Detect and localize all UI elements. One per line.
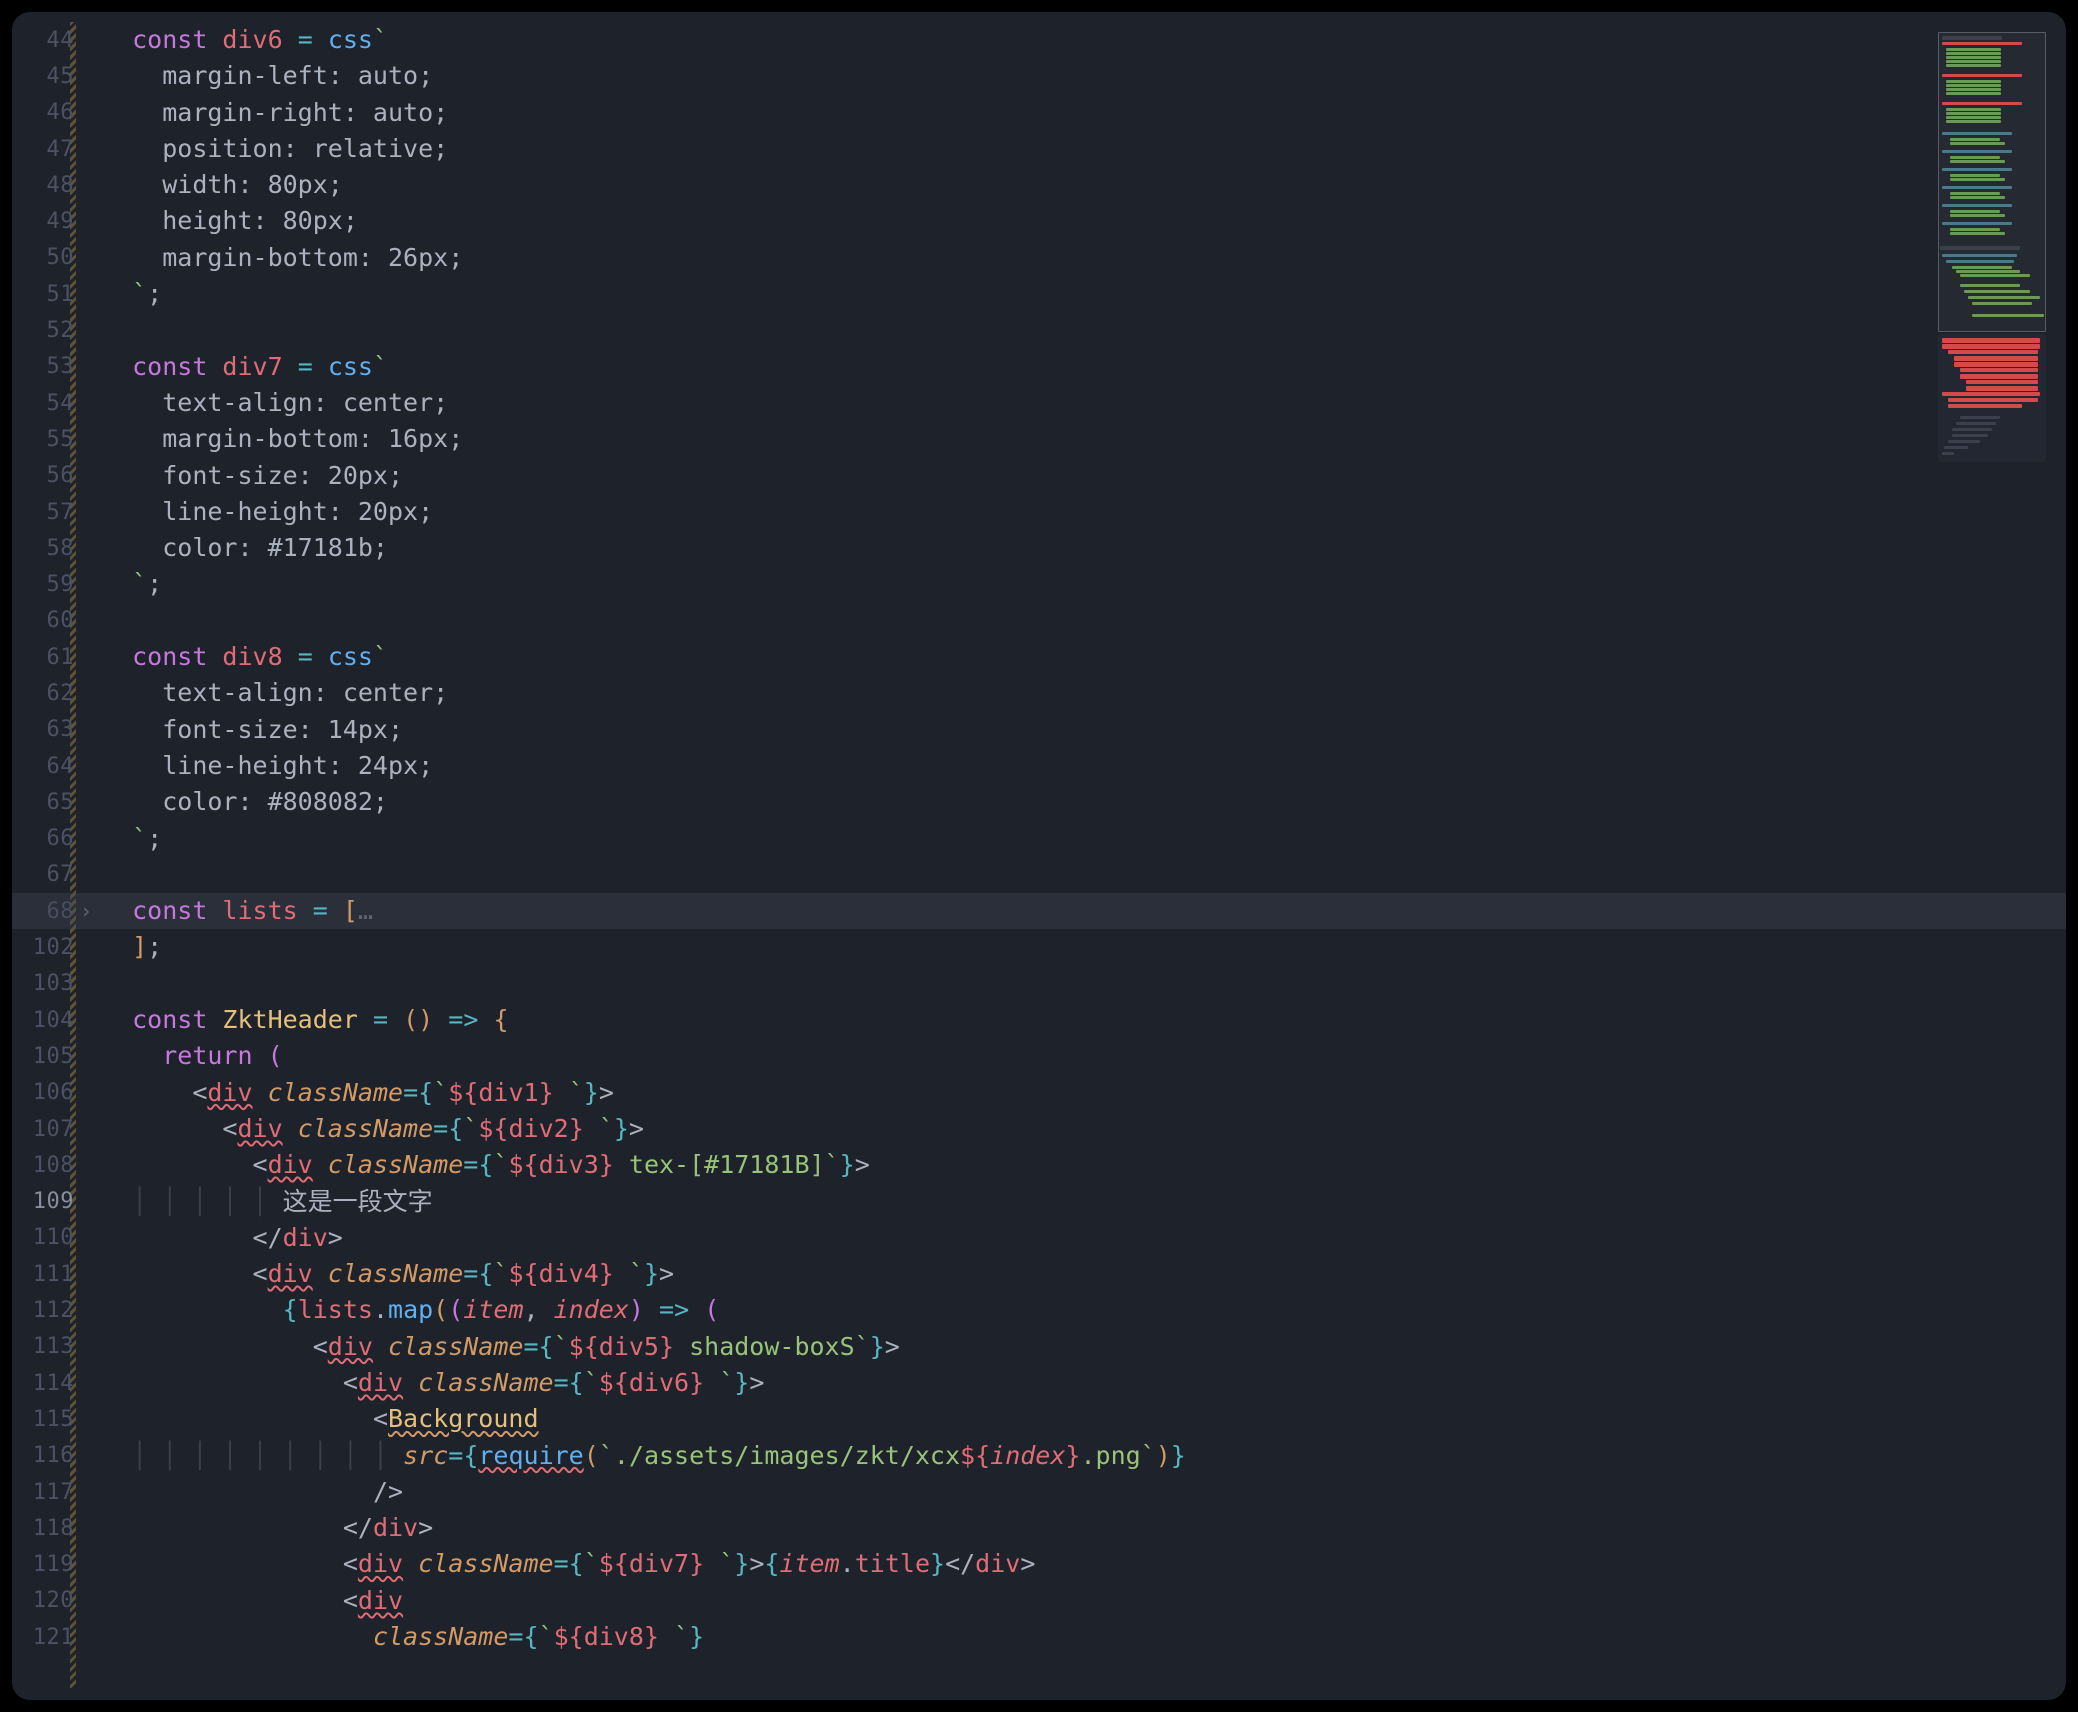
editor-window: 4445464748495051525354555657585960616263… <box>12 12 2066 1700</box>
line-number: 44 <box>12 22 86 58</box>
line-number: 56 <box>12 458 86 494</box>
code-line[interactable]: width: 80px; <box>102 167 2066 203</box>
code-line[interactable]: return ( <box>102 1038 2066 1074</box>
line-number: 104 <box>12 1002 86 1038</box>
code-line[interactable]: line-height: 24px; <box>102 748 2066 784</box>
code-line[interactable]: `; <box>102 821 2066 857</box>
code-line[interactable]: margin-right: auto; <box>102 95 2066 131</box>
line-number: 116 <box>12 1438 86 1474</box>
line-number: 63 <box>12 712 86 748</box>
code-line[interactable]: <div className={`${div6} `}> <box>102 1365 2066 1401</box>
code-line[interactable] <box>102 312 2066 348</box>
line-number: 49 <box>12 203 86 239</box>
code-line[interactable]: </div> <box>102 1510 2066 1546</box>
line-number: 57 <box>12 494 86 530</box>
line-number: 102 <box>12 929 86 965</box>
line-number: 107 <box>12 1111 86 1147</box>
line-number: 64 <box>12 748 86 784</box>
code-line[interactable]: │ │ │ │ │ 这是一段文字 <box>102 1184 2066 1220</box>
line-number: 45 <box>12 58 86 94</box>
code-line[interactable]: margin-bottom: 16px; <box>102 421 2066 457</box>
line-number: 48 <box>12 167 86 203</box>
line-number: 53 <box>12 349 86 385</box>
code-line[interactable]: <div className={`${div1} `}> <box>102 1075 2066 1111</box>
code-line[interactable]: const div7 = css` <box>102 349 2066 385</box>
code-line[interactable]: <div className={`${div3} tex-[#17181B]`}… <box>102 1147 2066 1183</box>
code-line[interactable]: text-align: center; <box>102 675 2066 711</box>
code-line[interactable]: color: #808082; <box>102 784 2066 820</box>
line-number: 61 <box>12 639 86 675</box>
line-number: 112 <box>12 1292 86 1328</box>
code-line[interactable]: {lists.map((item, index) => ( <box>102 1292 2066 1328</box>
line-number: 113 <box>12 1329 86 1365</box>
line-number: 114 <box>12 1365 86 1401</box>
code-line[interactable]: className={`${div8} `} <box>102 1619 2066 1655</box>
line-number: 110 <box>12 1220 86 1256</box>
line-number: 106 <box>12 1075 86 1111</box>
line-number: 65 <box>12 784 86 820</box>
code-line[interactable] <box>102 966 2066 1002</box>
line-number: 47 <box>12 131 86 167</box>
code-line[interactable]: <div className={`${div4} `}> <box>102 1256 2066 1292</box>
line-number: 50 <box>12 240 86 276</box>
code-line[interactable]: font-size: 14px; <box>102 712 2066 748</box>
code-line[interactable]: const lists = [… <box>102 893 2066 929</box>
line-number: 46 <box>12 95 86 131</box>
line-number: 62 <box>12 675 86 711</box>
line-number-gutter[interactable]: 4445464748495051525354555657585960616263… <box>12 12 86 1700</box>
line-number: 67 <box>12 857 86 893</box>
line-number: 52 <box>12 312 86 348</box>
code-line[interactable]: position: relative; <box>102 131 2066 167</box>
code-line[interactable]: line-height: 20px; <box>102 494 2066 530</box>
code-line[interactable]: <div className={`${div2} `}> <box>102 1111 2066 1147</box>
line-number: 111 <box>12 1256 86 1292</box>
line-number: 119 <box>12 1546 86 1582</box>
code-line[interactable]: <div <box>102 1583 2066 1619</box>
code-line[interactable]: `; <box>102 566 2066 602</box>
code-line[interactable]: <Background <box>102 1401 2066 1437</box>
line-number: 121 <box>12 1619 86 1655</box>
line-number: 115 <box>12 1401 86 1437</box>
code-line[interactable]: margin-left: auto; <box>102 58 2066 94</box>
line-number: 60 <box>12 603 86 639</box>
code-line[interactable]: color: #17181b; <box>102 530 2066 566</box>
line-number: 103 <box>12 966 86 1002</box>
line-number: 54 <box>12 385 86 421</box>
code-line[interactable]: const div8 = css` <box>102 639 2066 675</box>
code-line[interactable]: height: 80px; <box>102 203 2066 239</box>
line-number: 108 <box>12 1147 86 1183</box>
code-line[interactable] <box>102 603 2066 639</box>
code-line[interactable] <box>102 857 2066 893</box>
line-number: 117 <box>12 1474 86 1510</box>
line-number: 109 <box>12 1184 86 1220</box>
code-line[interactable]: <div className={`${div5} shadow-boxS`}> <box>102 1329 2066 1365</box>
code-line[interactable]: <div className={`${div7} `}>{item.title}… <box>102 1546 2066 1582</box>
line-number: 51 <box>12 276 86 312</box>
code-editor-area[interactable]: const div6 = css` margin-left: auto; mar… <box>86 12 2066 1700</box>
code-line[interactable]: /> <box>102 1474 2066 1510</box>
code-line[interactable]: const div6 = css` <box>102 22 2066 58</box>
code-line[interactable]: text-align: center; <box>102 385 2066 421</box>
line-number: 118 <box>12 1510 86 1546</box>
code-line[interactable]: │ │ │ │ │ │ │ │ │ src={require(`./assets… <box>102 1438 2066 1474</box>
code-line[interactable]: const ZktHeader = () => { <box>102 1002 2066 1038</box>
line-number: 59 <box>12 566 86 602</box>
code-line[interactable]: margin-bottom: 26px; <box>102 240 2066 276</box>
line-number: 55 <box>12 421 86 457</box>
code-line[interactable]: font-size: 20px; <box>102 458 2066 494</box>
code-line[interactable]: </div> <box>102 1220 2066 1256</box>
line-number: 120 <box>12 1583 86 1619</box>
line-number: 58 <box>12 530 86 566</box>
line-number: 105 <box>12 1038 86 1074</box>
code-line[interactable]: ]; <box>102 929 2066 965</box>
line-number: 66 <box>12 821 86 857</box>
code-line[interactable]: `; <box>102 276 2066 312</box>
